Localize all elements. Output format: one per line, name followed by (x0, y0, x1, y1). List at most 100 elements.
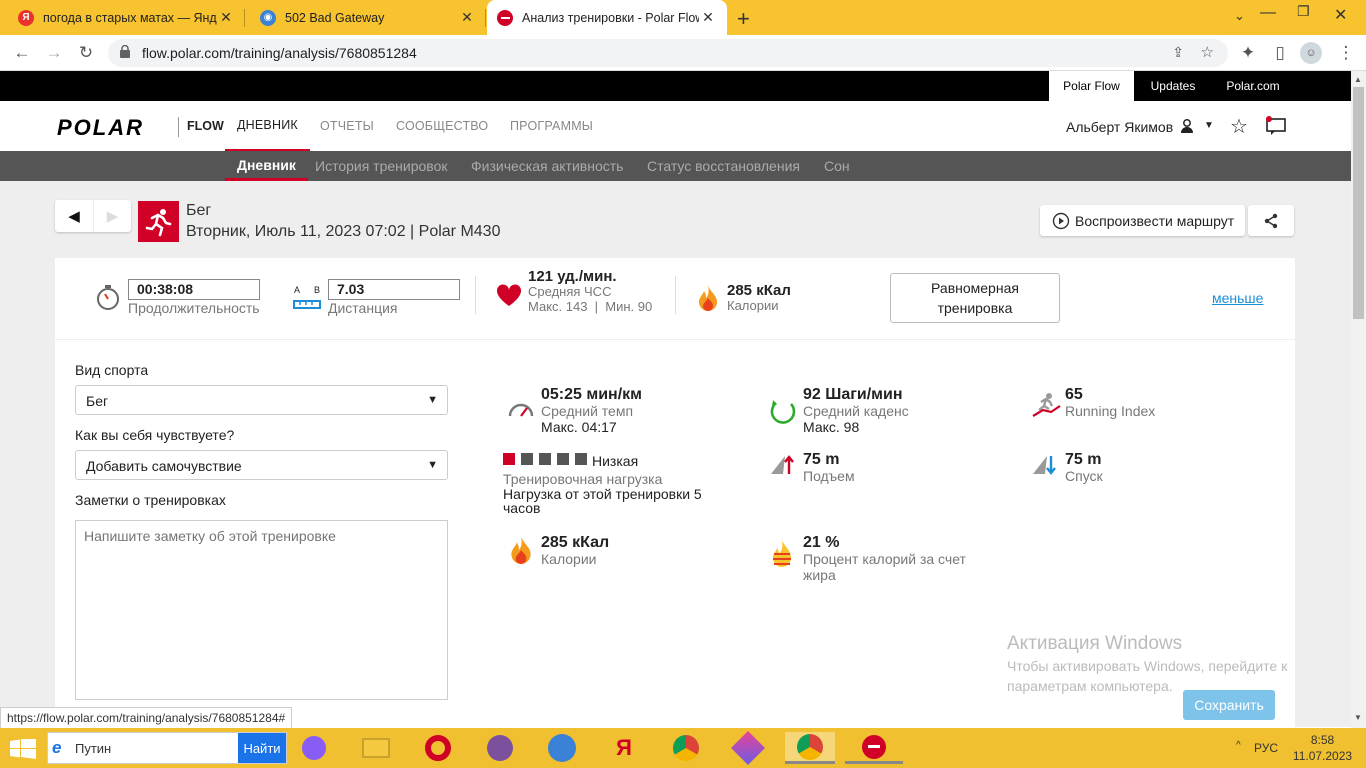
clock-date[interactable]: 11.07.2023 (1290, 749, 1355, 763)
url-text: flow.polar.com/training/analysis/7680851… (142, 45, 417, 61)
nav-programs[interactable]: ПРОГРАММЫ (510, 101, 593, 151)
subnav-sleep[interactable]: Сон (824, 151, 850, 181)
heart-icon (496, 284, 522, 306)
new-tab-icon[interactable]: + (737, 6, 750, 32)
running-index-icon (1032, 393, 1061, 417)
load-segment (575, 453, 587, 465)
globe-app-icon[interactable] (545, 732, 579, 764)
browser-menu-icon[interactable]: ⋮ (1334, 41, 1358, 65)
close-tab-icon[interactable]: ✕ (217, 9, 235, 26)
session-datetime: Вторник, Июль 11, 2023 07:02 | Polar M43… (186, 223, 501, 240)
feeling-select[interactable]: Добавить самочувствие ▼ (75, 450, 448, 480)
tray-chevron-icon[interactable]: ^ (1236, 740, 1241, 751)
sport-type-label: Вид спорта (75, 362, 149, 378)
browser-toolbar: ← → ↻ flow.polar.com/training/analysis/7… (0, 35, 1366, 71)
subnav-recovery[interactable]: Статус восстановления (647, 151, 800, 181)
address-bar[interactable]: flow.polar.com/training/analysis/7680851… (108, 39, 1228, 67)
nav-reports[interactable]: ОТЧЕТЫ (320, 101, 374, 151)
calories-stat: 285 кКал Калории (541, 534, 610, 567)
user-name[interactable]: Альберт Якимов (1066, 119, 1173, 135)
subnav-diary[interactable]: Дневник (225, 151, 308, 181)
back-icon[interactable]: ← (10, 41, 34, 65)
windows-start-icon[interactable] (10, 739, 36, 759)
yandex-icon: Я (18, 9, 34, 26)
profile-avatar[interactable]: ☺ (1300, 42, 1322, 64)
duration-field[interactable]: 00:38:08 (128, 279, 260, 300)
scroll-down-icon[interactable]: ▼ (1354, 713, 1362, 722)
user-dropdown-icon[interactable]: ▼ (1204, 120, 1214, 131)
polar-logo[interactable]: POLAR (57, 115, 144, 141)
topbar-link-polar-flow[interactable]: Polar Flow (1049, 71, 1134, 101)
flow-label: FLOW (187, 119, 224, 133)
nav-community[interactable]: СООБЩЕСТВО (396, 101, 488, 151)
forward-icon[interactable]: → (42, 41, 66, 65)
status-url: https://flow.polar.com/training/analysis… (0, 707, 293, 729)
viber-icon[interactable] (483, 732, 517, 764)
ascent-icon (771, 455, 794, 474)
distance-field[interactable]: 7.03 (328, 279, 460, 300)
taskbar-search-input[interactable]: Путин (75, 741, 111, 756)
tab-bad-gateway[interactable]: ◉ 502 Bad Gateway ✕ (250, 0, 486, 35)
gem-app-icon[interactable] (731, 731, 765, 765)
next-session-icon[interactable]: ▶ (93, 200, 131, 232)
fat-stat: 21 % Процент калорий за счет жира (803, 534, 966, 583)
opera-icon[interactable] (421, 732, 455, 764)
browser-tab-strip: Я погода в старых матах — Яндекс ✕ ◉ 502… (0, 0, 1366, 35)
chrome-running-icon[interactable] (785, 732, 835, 764)
yandex-browser-icon[interactable]: Я (607, 732, 641, 764)
bookmark-star-icon[interactable]: ☆ (1201, 43, 1214, 61)
feeling-label: Как вы себя чувствуете? (75, 427, 235, 443)
load-segment (539, 453, 551, 465)
hr-label: Средняя ЧСС (528, 284, 612, 299)
chrome-icon[interactable] (669, 732, 703, 764)
close-tab-icon[interactable]: ✕ (699, 9, 717, 26)
tab-search-icon[interactable]: ⌄ (1234, 8, 1245, 24)
prev-session-icon[interactable]: ◀ (55, 200, 93, 232)
side-panel-icon[interactable]: ▯ (1268, 41, 1292, 65)
summary-divider (675, 276, 676, 314)
alice-icon[interactable] (297, 732, 331, 764)
cadence-icon (770, 400, 796, 424)
taskbar-search-box[interactable]: e Путин Найти (47, 732, 287, 764)
topbar-link-updates[interactable]: Updates (1134, 71, 1212, 101)
logo-divider (178, 117, 179, 137)
notes-textarea[interactable] (75, 520, 448, 700)
scroll-up-icon[interactable]: ▲ (1354, 75, 1362, 84)
descent-icon (1033, 456, 1056, 475)
taskbar-search-button[interactable]: Найти (238, 733, 286, 763)
tab-yandex[interactable]: Я погода в старых матах — Яндекс ✕ (8, 0, 245, 35)
close-tab-icon[interactable]: ✕ (458, 9, 476, 26)
nav-diary[interactable]: ДНЕВНИК (225, 101, 310, 151)
summary-card: 00:38:08 Продолжительность A B 7.03 Дист… (55, 258, 1295, 340)
close-window-icon[interactable]: ✕ (1334, 5, 1347, 25)
input-language[interactable]: РУС (1254, 741, 1278, 755)
favorites-star-icon[interactable]: ☆ (1230, 114, 1248, 139)
share-button[interactable] (1248, 205, 1294, 236)
clock-time[interactable]: 8:58 (1295, 733, 1350, 747)
share-icon[interactable]: ⇪ (1172, 44, 1184, 61)
messages-icon[interactable] (1265, 116, 1287, 136)
extensions-icon[interactable]: ✦ (1236, 41, 1260, 65)
sport-title: Бег (186, 202, 212, 219)
topbar-link-polar-com[interactable]: Polar.com (1212, 71, 1294, 101)
activation-watermark-line2: параметрам компьютера. (1007, 678, 1173, 694)
replay-route-button[interactable]: Воспроизвести маршрут (1040, 205, 1245, 236)
subnav-history[interactable]: История тренировок (315, 151, 447, 181)
flame-icon (699, 285, 717, 311)
activation-watermark-title: Активация Windows (1007, 633, 1183, 654)
subnav-activity[interactable]: Физическая активность (471, 151, 623, 181)
page-scrollbar[interactable]: ▲ ▼ (1351, 71, 1366, 728)
tab-polar-flow[interactable]: Анализ тренировки - Polar Flow ✕ (487, 0, 727, 35)
reload-icon[interactable]: ↻ (74, 41, 98, 65)
scrollbar-thumb[interactable] (1353, 87, 1364, 319)
polar-running-icon[interactable] (845, 732, 903, 764)
training-type-button[interactable]: Равномерная тренировка (890, 273, 1060, 323)
less-link[interactable]: меньше (1212, 290, 1263, 306)
sport-type-select[interactable]: Бег ▼ (75, 385, 448, 415)
user-icon[interactable] (1180, 119, 1194, 134)
minimize-icon[interactable]: — (1260, 4, 1276, 22)
restore-icon[interactable]: ❐ (1297, 3, 1310, 20)
file-explorer-icon[interactable] (359, 732, 393, 764)
calories-value: 285 кКал (727, 282, 791, 299)
save-button[interactable]: Сохранить (1183, 690, 1275, 720)
